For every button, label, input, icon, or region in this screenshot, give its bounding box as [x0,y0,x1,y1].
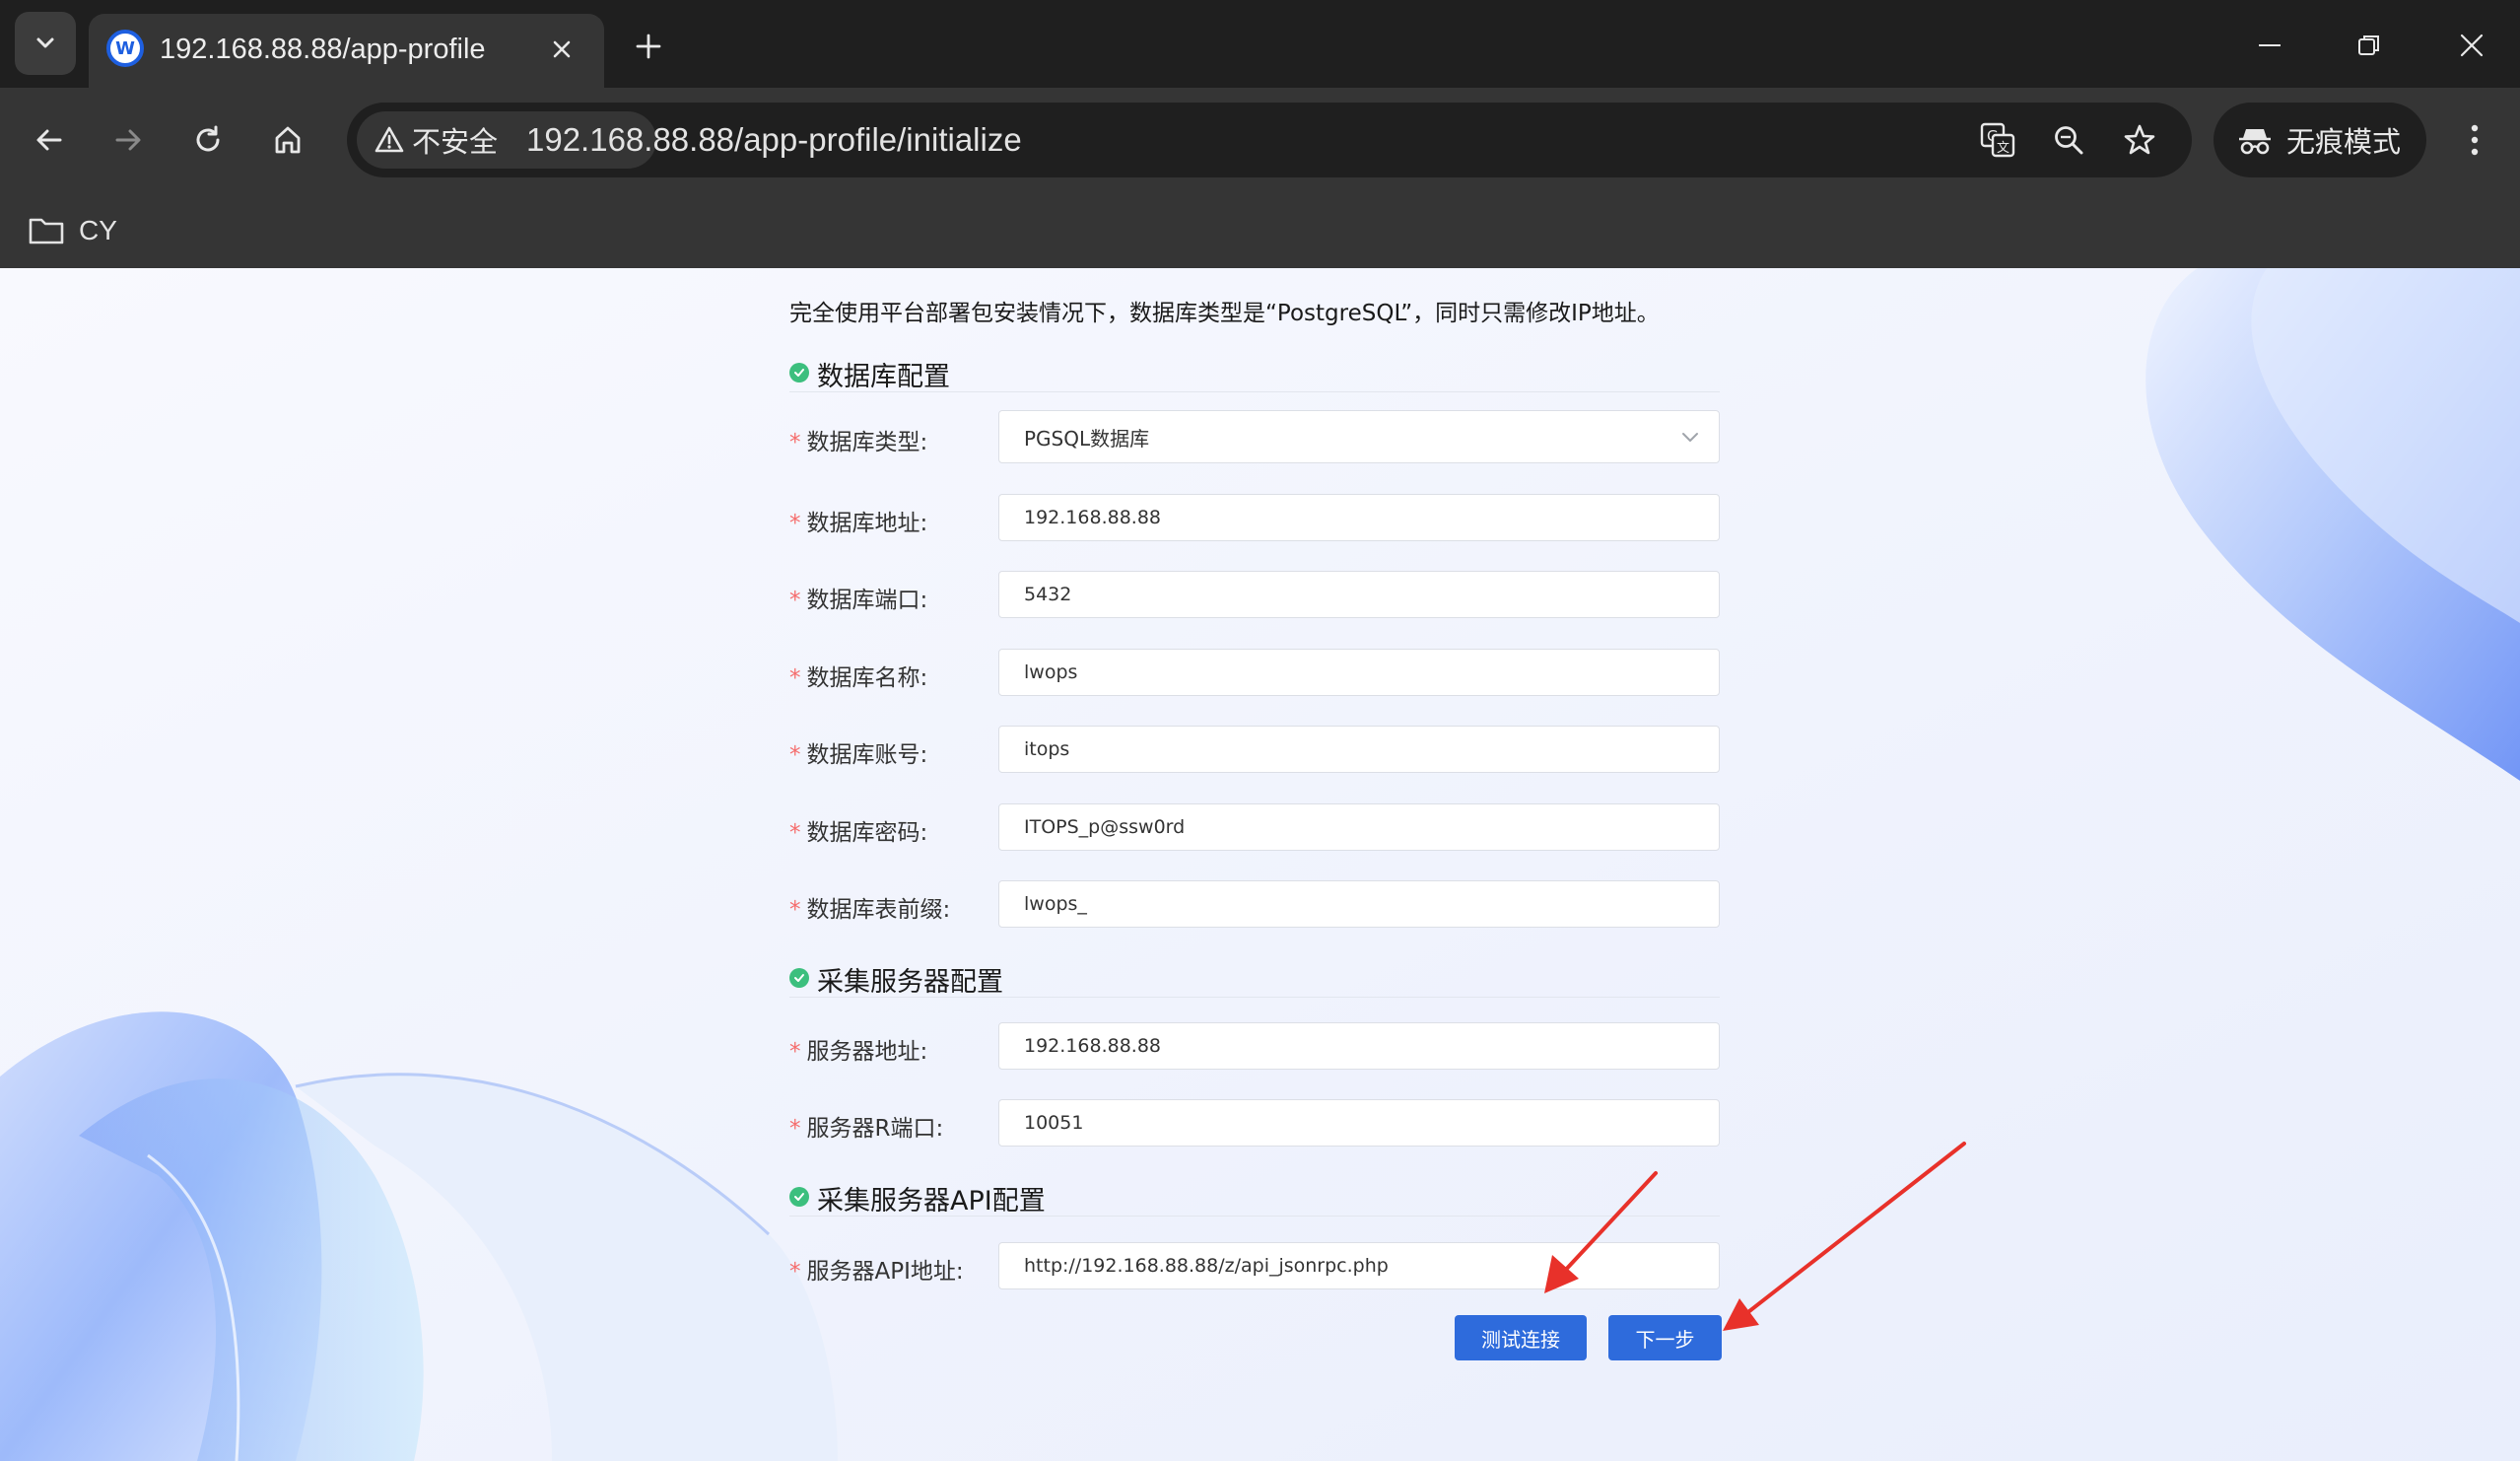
tab-strip: W 192.168.88.88/app-profile [0,0,2520,88]
section-collector-title: 采集服务器配置 [817,967,1003,998]
url-text[interactable]: 192.168.88.88/app-profile/initialize [526,120,1022,160]
zoom-icon [2055,126,2083,155]
section-database-header: 数据库配置 [789,353,1720,392]
home-icon [275,126,301,154]
api-url-row: * 服务器API地址: http://192.168.88.88/z/api_js… [789,1242,1720,1291]
warning-triangle-icon [375,126,404,153]
folder-icon [29,218,64,244]
db-name-row: * 数据库名称: lwops [789,649,1720,698]
active-tab[interactable]: W 192.168.88.88/app-profile [89,14,604,88]
db-port-input[interactable]: 5432 [998,571,1720,618]
collector-port-label: * 服务器R端口: [789,1116,944,1142]
security-label: 不安全 [412,125,499,159]
close-window-button[interactable] [2446,20,2497,71]
next-step-button[interactable]: 下一步 [1608,1315,1722,1360]
section-api-header: 采集服务器API配置 [789,1177,1720,1217]
db-prefix-input[interactable]: lwops_ [998,880,1720,928]
section-collector-header: 采集服务器配置 [789,958,1720,998]
db-type-select[interactable]: PGSQL数据库 [998,410,1720,463]
db-port-row: * 数据库端口: 5432 [789,571,1720,620]
collector-host-label: * 服务器地址: [789,1039,928,1065]
check-circle-icon [789,363,809,383]
bookmark-folder-cy[interactable]: CY [28,207,117,254]
intro-text: 完全使用平台部署包安装情况下，数据库类型是“PostgreSQL”，同时只需修改… [789,301,1660,326]
incognito-icon [2239,129,2271,155]
collector-host-row: * 服务器地址: 192.168.88.88 [789,1022,1720,1072]
new-tab-button[interactable] [626,24,671,69]
more-vertical-icon [2471,124,2479,156]
tab-search-button[interactable] [15,12,76,75]
svg-text:文: 文 [1997,141,2009,156]
db-password-label: * 数据库密码: [789,820,928,846]
check-circle-icon [789,968,809,988]
test-connection-button[interactable]: 测试连接 [1455,1315,1587,1360]
reload-icon [196,125,220,152]
translate-icon: G文 [1980,122,2015,158]
incognito-label: 无痕模式 [2286,125,2402,159]
close-icon [553,40,571,58]
collector-port-row: * 服务器R端口: 10051 [789,1099,1720,1148]
home-button[interactable] [262,114,313,166]
translate-button[interactable]: G文 [1975,117,2020,163]
close-icon [2460,34,2484,57]
arrow-left-icon [36,129,62,151]
db-user-row: * 数据库账号: itops [789,726,1720,775]
browser-toolbar: 不安全 192.168.88.88/app-profile/initialize… [0,88,2520,193]
db-type-value: PGSQL数据库 [1024,426,1150,451]
address-bar[interactable]: 不安全 192.168.88.88/app-profile/initialize… [347,103,2192,177]
tab-title: 192.168.88.88/app-profile [160,34,486,65]
incognito-indicator[interactable]: 无痕模式 [2214,103,2426,177]
back-button[interactable] [24,114,75,166]
collector-host-input[interactable]: 192.168.88.88 [998,1022,1720,1070]
db-type-row: * 数据库类型: PGSQL数据库 [789,410,1720,463]
browser-menu-button[interactable] [2452,114,2497,166]
db-host-row: * 数据库地址: 192.168.88.88 [789,494,1720,543]
bookmark-label: CY [79,215,117,245]
collector-port-input[interactable]: 10051 [998,1099,1720,1147]
bookmarks-bar: CY [0,193,2520,268]
w-logo-icon: W [106,30,144,67]
db-prefix-row: * 数据库表前缀: lwops_ [789,880,1720,930]
db-host-label: * 数据库地址: [789,511,928,536]
check-circle-icon [789,1187,809,1207]
initialize-form: 完全使用平台部署包安装情况下，数据库类型是“PostgreSQL”，同时只需修改… [785,268,1722,1461]
chevron-down-icon [1682,433,1698,442]
db-user-input[interactable]: itops [998,726,1720,773]
plus-icon [636,34,661,59]
reload-button[interactable] [182,114,234,166]
bookmark-star-button[interactable] [2117,117,2162,163]
section-api-title: 采集服务器API配置 [817,1186,1046,1217]
tab-close-button[interactable] [542,30,581,69]
chevron-down-icon [36,37,54,48]
db-name-input[interactable]: lwops [998,649,1720,696]
arrow-right-icon [115,129,141,151]
db-host-input[interactable]: 192.168.88.88 [998,494,1720,541]
db-name-label: * 数据库名称: [789,665,928,691]
star-icon [2124,124,2155,155]
zoom-button[interactable] [2046,117,2091,163]
restore-button[interactable] [2344,20,2395,71]
db-port-label: * 数据库端口: [789,588,928,613]
minimize-icon [2259,44,2281,46]
api-url-label: * 服务器API地址: [789,1259,964,1285]
db-user-label: * 数据库账号: [789,742,928,768]
db-prefix-label: * 数据库表前缀: [789,897,951,923]
section-database-title: 数据库配置 [817,362,950,392]
db-password-row: * 数据库密码: ITOPS_p@ssw0rd [789,803,1720,853]
page-viewport: 完全使用平台部署包安装情况下，数据库类型是“PostgreSQL”，同时只需修改… [0,268,2520,1461]
db-type-label: * 数据库类型: [789,430,928,455]
api-url-input[interactable]: http://192.168.88.88/z/api_jsonrpc.php [998,1242,1720,1289]
db-password-input[interactable]: ITOPS_p@ssw0rd [998,803,1720,851]
forward-button[interactable] [102,114,154,166]
restore-icon [2358,35,2379,55]
minimize-button[interactable] [2244,20,2295,71]
